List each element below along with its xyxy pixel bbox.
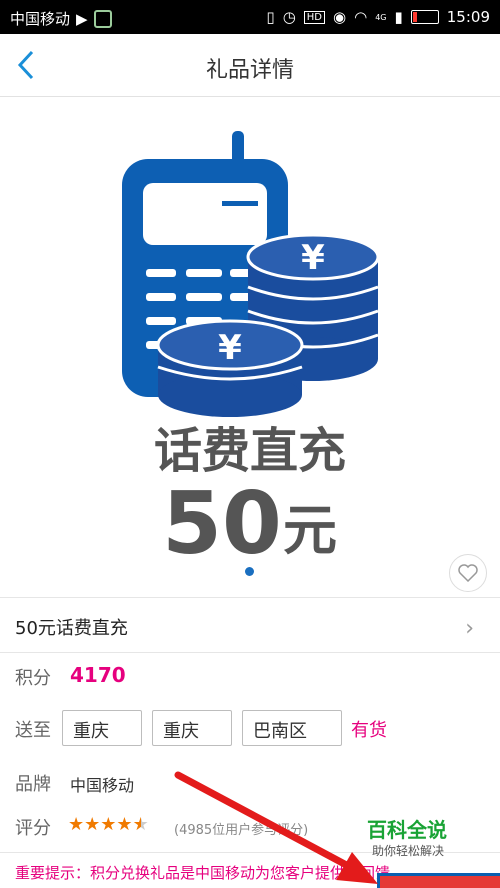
brand-value: 中国移动 — [70, 776, 135, 795]
yen-symbol: ¥ — [301, 238, 325, 278]
rating-label: 评分 — [15, 818, 51, 839]
star-icon: ★ — [84, 814, 101, 835]
favorite-button[interactable] — [449, 554, 487, 592]
star-icon: ★ — [116, 814, 133, 835]
product-banner: ¥ ¥ 话费直充 50 元 — [0, 97, 500, 590]
status-bar: 中国移动 ▶ ▯ ◷ HD ◉ ◠ 4G ▮ 15:09 — [0, 0, 500, 34]
rating-count: (4985位用户参与评分) — [174, 823, 309, 838]
alarm-icon: ◷ — [282, 8, 296, 26]
city-value: 重庆 — [163, 721, 199, 742]
brand-row: 品牌 中国移动 — [0, 768, 500, 798]
city-select[interactable]: 重庆 — [152, 710, 232, 746]
delivery-row: 送至 重庆 重庆 巴南区 有货 — [0, 708, 500, 748]
heart-icon — [458, 564, 478, 582]
play-icon: ▶ — [76, 9, 88, 28]
banner-unit: 元 — [283, 499, 337, 562]
vibrate-icon: ▯ — [266, 8, 275, 26]
star-icon: ★ — [68, 814, 85, 835]
points-value: 4170 — [70, 663, 126, 687]
watermark-title: 百科全说 — [367, 818, 447, 842]
rating-stars: ★★★★★ — [68, 814, 149, 835]
carrier-label: 中国移动 — [10, 10, 71, 28]
province-value: 重庆 — [73, 721, 109, 742]
carousel-indicator — [245, 567, 254, 576]
district-value: 巴南区 — [253, 721, 307, 742]
title-bar: 礼品详情 — [0, 34, 500, 97]
battery-icon — [410, 10, 439, 24]
banner-amount: 50 — [162, 474, 282, 574]
brand-label: 品牌 — [15, 774, 51, 795]
exchange-button[interactable] — [377, 873, 500, 888]
network-type-label: 4G — [375, 12, 387, 22]
chevron-right-icon: › — [465, 616, 474, 641]
half-star-icon: ★ — [132, 814, 149, 835]
product-image: ¥ ¥ 话费直充 50 元 — [122, 131, 380, 574]
svg-text:¥: ¥ — [218, 328, 242, 368]
delivery-label: 送至 — [15, 720, 51, 741]
province-select[interactable]: 重庆 — [62, 710, 142, 746]
page-title: 礼品详情 — [205, 58, 294, 83]
banner-line1: 话费直充 — [154, 423, 346, 479]
wifi-icon: ◠ — [354, 8, 368, 26]
hd-icon: HD — [303, 10, 326, 24]
product-name-row[interactable]: 50元话费直充 › — [0, 598, 500, 652]
star-icon: ★ — [100, 814, 117, 835]
eye-icon: ◉ — [333, 8, 347, 26]
signal-icon: ▮ — [394, 8, 403, 26]
app-icon — [93, 9, 112, 28]
points-label: 积分 — [15, 668, 51, 689]
stock-status: 有货 — [351, 720, 387, 741]
coin-stack-small-icon: ¥ — [156, 319, 304, 417]
points-row: 积分 4170 — [0, 660, 500, 694]
divider — [0, 652, 500, 653]
product-name: 50元话费直充 — [15, 618, 128, 639]
clock: 15:09 — [446, 8, 490, 26]
watermark-subtitle: 助你轻松解决 — [372, 844, 445, 858]
important-notice: 重要提示：积分兑换礼品是中国移动为您客户提供的回馈 — [15, 864, 391, 882]
district-select[interactable]: 巴南区 — [242, 710, 342, 746]
